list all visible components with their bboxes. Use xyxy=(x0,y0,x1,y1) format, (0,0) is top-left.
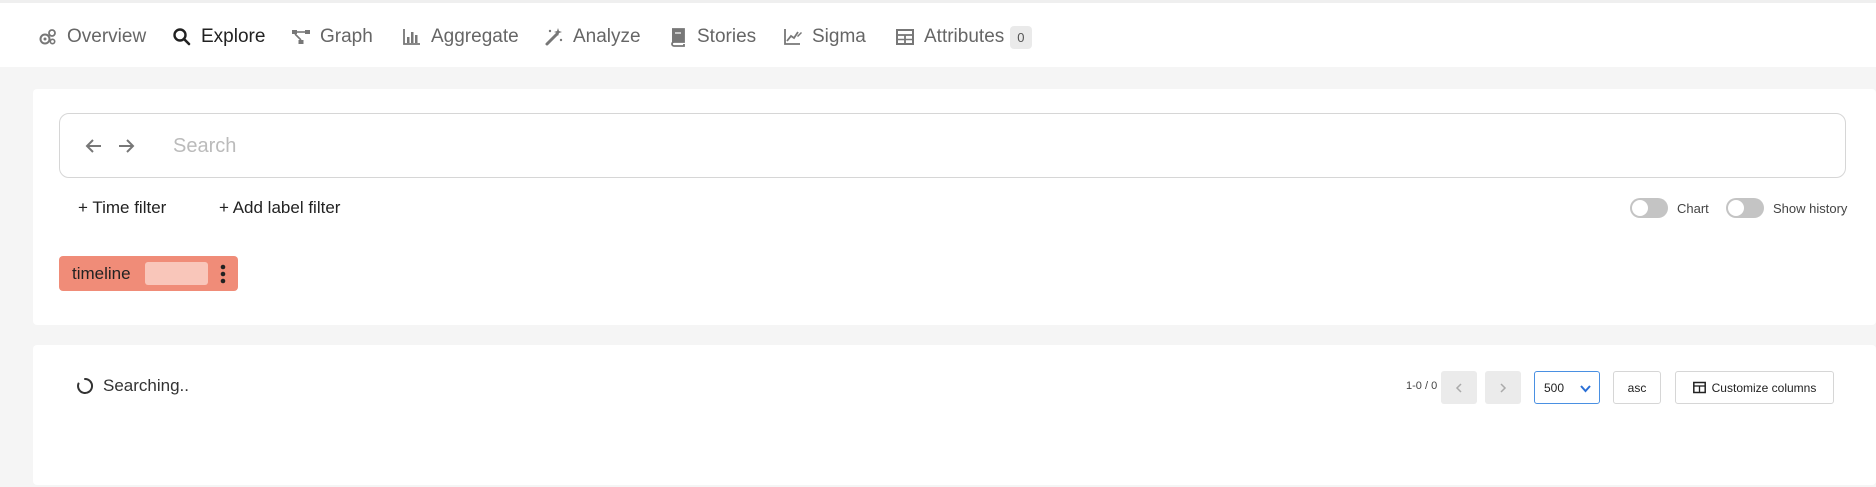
attributes-count-badge: 0 xyxy=(1010,25,1032,49)
chart-edit-icon xyxy=(784,29,802,45)
tab-graph-label: Graph xyxy=(320,26,373,47)
bar-chart-icon xyxy=(403,29,420,45)
tab-stories[interactable]: Stories xyxy=(668,22,756,52)
tab-explore-label: Explore xyxy=(201,26,266,47)
tab-analyze[interactable]: Analyze xyxy=(544,22,641,52)
magic-wand-icon xyxy=(545,28,563,46)
more-vertical-icon[interactable] xyxy=(216,263,230,285)
cogs-icon xyxy=(39,29,56,45)
chart-toggle-label: Chart xyxy=(1677,200,1709,216)
forward-arrow-icon[interactable] xyxy=(115,135,137,157)
search-bar xyxy=(59,113,1846,178)
chevron-down-icon xyxy=(1580,385,1591,393)
timeline-chip[interactable]: timeline xyxy=(59,256,238,291)
graph-icon xyxy=(292,30,310,44)
customize-columns-label: Customize columns xyxy=(1711,380,1817,395)
table-icon xyxy=(896,29,914,45)
search-status: Searching.. xyxy=(76,376,189,396)
show-history-toggle-switch[interactable] xyxy=(1726,198,1764,218)
page-size-select[interactable]: 500 xyxy=(1534,371,1600,404)
tab-explore[interactable]: Explore xyxy=(172,22,265,52)
tab-attributes-label: Attributes xyxy=(924,26,1005,47)
table-icon xyxy=(1692,381,1706,394)
timeline-chip-label: timeline xyxy=(72,263,131,283)
back-arrow-icon[interactable] xyxy=(83,135,105,157)
tab-analyze-label: Analyze xyxy=(573,26,641,47)
tab-aggregate-label: Aggregate xyxy=(431,26,519,47)
timeline-color-swatch[interactable] xyxy=(145,262,208,285)
search-input[interactable] xyxy=(173,124,1773,168)
search-icon xyxy=(173,28,191,46)
tab-sigma-label: Sigma xyxy=(812,26,866,47)
tab-overview[interactable]: Overview xyxy=(38,22,146,52)
chart-toggle[interactable]: Chart xyxy=(1630,198,1709,218)
chart-toggle-switch[interactable] xyxy=(1630,198,1668,218)
spinner-icon xyxy=(77,377,94,394)
add-label-filter-button[interactable]: + Add label filter xyxy=(219,198,340,218)
top-navigation: Overview Explore Graph Aggregate Analyze… xyxy=(0,0,1876,67)
tab-stories-label: Stories xyxy=(697,26,757,47)
chevron-left-icon xyxy=(1455,382,1462,393)
tab-attributes[interactable]: Attributes 0 xyxy=(895,22,1032,52)
tab-aggregate[interactable]: Aggregate xyxy=(402,22,519,52)
book-icon xyxy=(671,28,685,47)
search-status-text: Searching.. xyxy=(103,376,189,395)
customize-columns-button[interactable]: Customize columns xyxy=(1675,371,1834,404)
sort-order-button[interactable]: asc xyxy=(1613,371,1661,404)
page-size-value: 500 xyxy=(1544,380,1565,395)
tab-overview-label: Overview xyxy=(67,26,147,47)
results-card xyxy=(33,345,1876,485)
prev-page-button[interactable] xyxy=(1441,371,1477,404)
time-filter-button[interactable]: + Time filter xyxy=(78,198,166,218)
show-history-toggle[interactable]: Show history xyxy=(1726,198,1847,218)
next-page-button[interactable] xyxy=(1485,371,1521,404)
tab-graph[interactable]: Graph xyxy=(291,22,373,52)
tab-sigma[interactable]: Sigma xyxy=(783,22,866,52)
chevron-right-icon xyxy=(1500,382,1507,393)
show-history-toggle-label: Show history xyxy=(1773,200,1848,216)
result-range: 1-0 / 0 xyxy=(1406,380,1438,392)
